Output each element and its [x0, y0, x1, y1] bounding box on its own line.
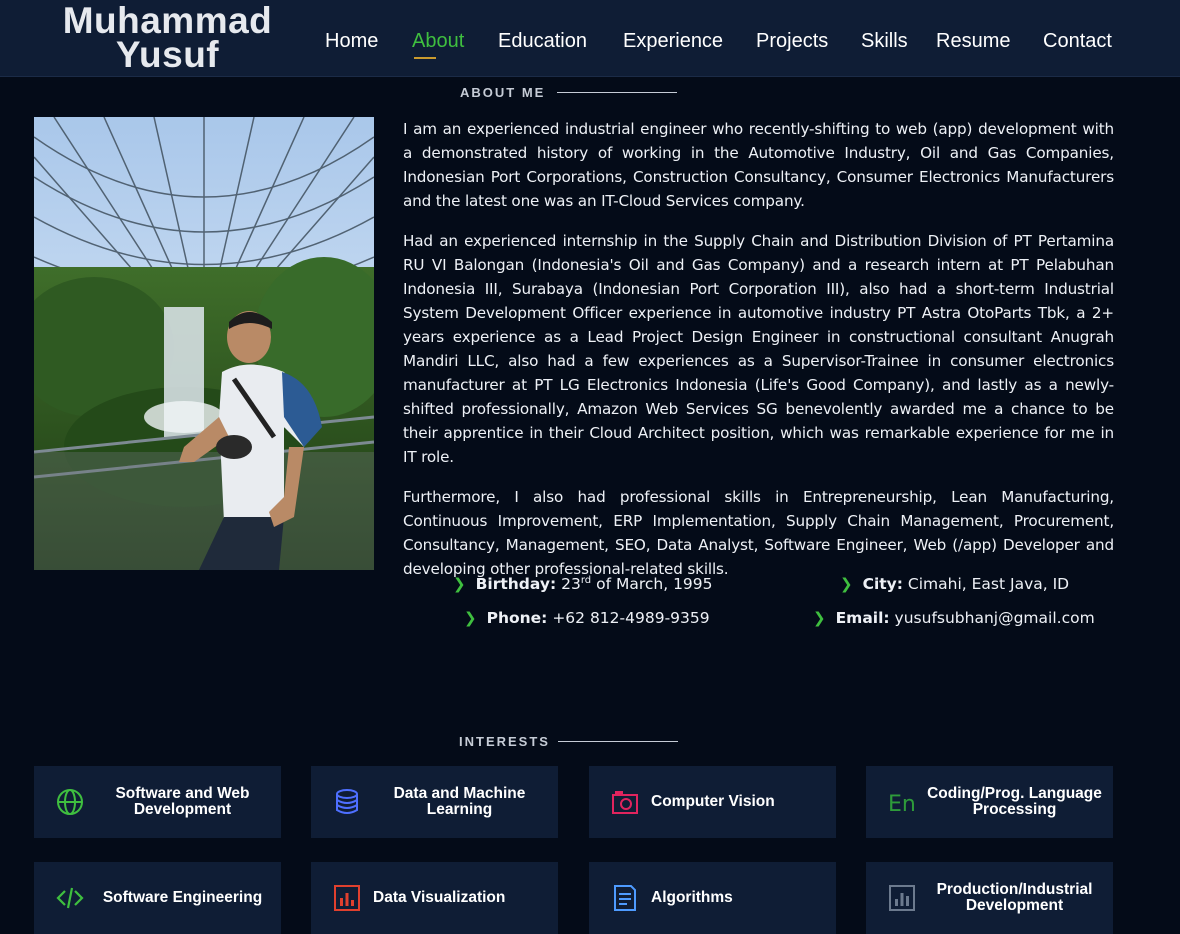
nav-projects[interactable]: Projects	[756, 30, 828, 53]
info-email: ❯ Email: yusufsubhanj@gmail.com	[813, 609, 1095, 627]
interest-label: Computer Vision	[651, 793, 775, 810]
globe-icon	[57, 789, 83, 815]
interest-card: Production/Industrial Development	[866, 862, 1113, 934]
code-icon	[56, 887, 84, 909]
camera-icon	[612, 791, 638, 814]
brand-first-name: Muhammad	[62, 0, 273, 41]
chevron-right-icon: ❯	[813, 609, 826, 627]
interest-card: Computer Vision	[589, 766, 836, 838]
nav-active-indicator	[414, 57, 436, 59]
nav-home[interactable]: Home	[325, 30, 378, 53]
interest-label: Data and Machine Learning	[393, 785, 526, 818]
brand-last-name: Yusuf	[115, 34, 220, 75]
interest-card: Software Engineering	[34, 862, 281, 934]
interest-label: Data Visualization	[373, 889, 506, 906]
nav-education[interactable]: Education	[498, 30, 587, 53]
interest-card: En Coding/Prog. Language Processing	[866, 766, 1113, 838]
about-paragraph: Furthermore, I also had professional ski…	[403, 488, 1114, 578]
svg-text:En: En	[888, 792, 916, 816]
info-city: ❯ City: Cimahi, East Java, ID	[840, 575, 1070, 593]
about-paragraph: Had an experienced internship in the Sup…	[403, 232, 1114, 466]
chevron-right-icon: ❯	[453, 575, 466, 594]
interest-label: Software Engineering	[102, 889, 263, 906]
about-title-divider	[557, 92, 677, 93]
interest-label: Production/Industrial Development	[936, 881, 1093, 914]
nav-about[interactable]: About	[412, 30, 464, 53]
profile-photo	[34, 117, 374, 570]
interest-label: Coding/Prog. Language Processing	[927, 785, 1102, 818]
interests-title-divider	[558, 741, 678, 742]
info-phone: ❯ Phone: +62 812-4989-9359	[464, 609, 710, 627]
nav-contact[interactable]: Contact	[1043, 30, 1112, 53]
nav-experience[interactable]: Experience	[623, 30, 723, 53]
about-section-title: ABOUT ME	[460, 85, 546, 100]
language-icon: En	[888, 792, 916, 816]
chart-box-icon	[889, 885, 915, 911]
chevron-right-icon: ❯	[840, 575, 853, 593]
info-birthday: ❯ Birthday: 23rd of March, 1995	[453, 575, 713, 594]
interest-card: Data and Machine Learning	[311, 766, 558, 838]
interest-card: Data Visualization	[311, 862, 558, 934]
interest-label: Algorithms	[651, 889, 733, 906]
brand-logo[interactable]: Muhammad Yusuf	[40, 0, 295, 75]
about-description: I am an experienced industrial engineer …	[403, 117, 1114, 597]
interest-card: Software and Web Development	[34, 766, 281, 838]
about-paragraph: I am an experienced industrial engineer …	[403, 120, 1114, 210]
interest-card: Algorithms	[589, 862, 836, 934]
document-icon	[614, 885, 636, 911]
nav-resume[interactable]: Resume	[936, 30, 1010, 53]
nav-skills[interactable]: Skills	[861, 30, 908, 53]
database-icon	[336, 789, 358, 814]
interest-label: Software and Web Development	[115, 785, 250, 818]
interests-section-title: INTERESTS	[459, 734, 550, 749]
chevron-right-icon: ❯	[464, 609, 477, 627]
bar-chart-icon	[334, 885, 360, 911]
site-header: Muhammad Yusuf Home About Education Expe…	[0, 0, 1180, 77]
